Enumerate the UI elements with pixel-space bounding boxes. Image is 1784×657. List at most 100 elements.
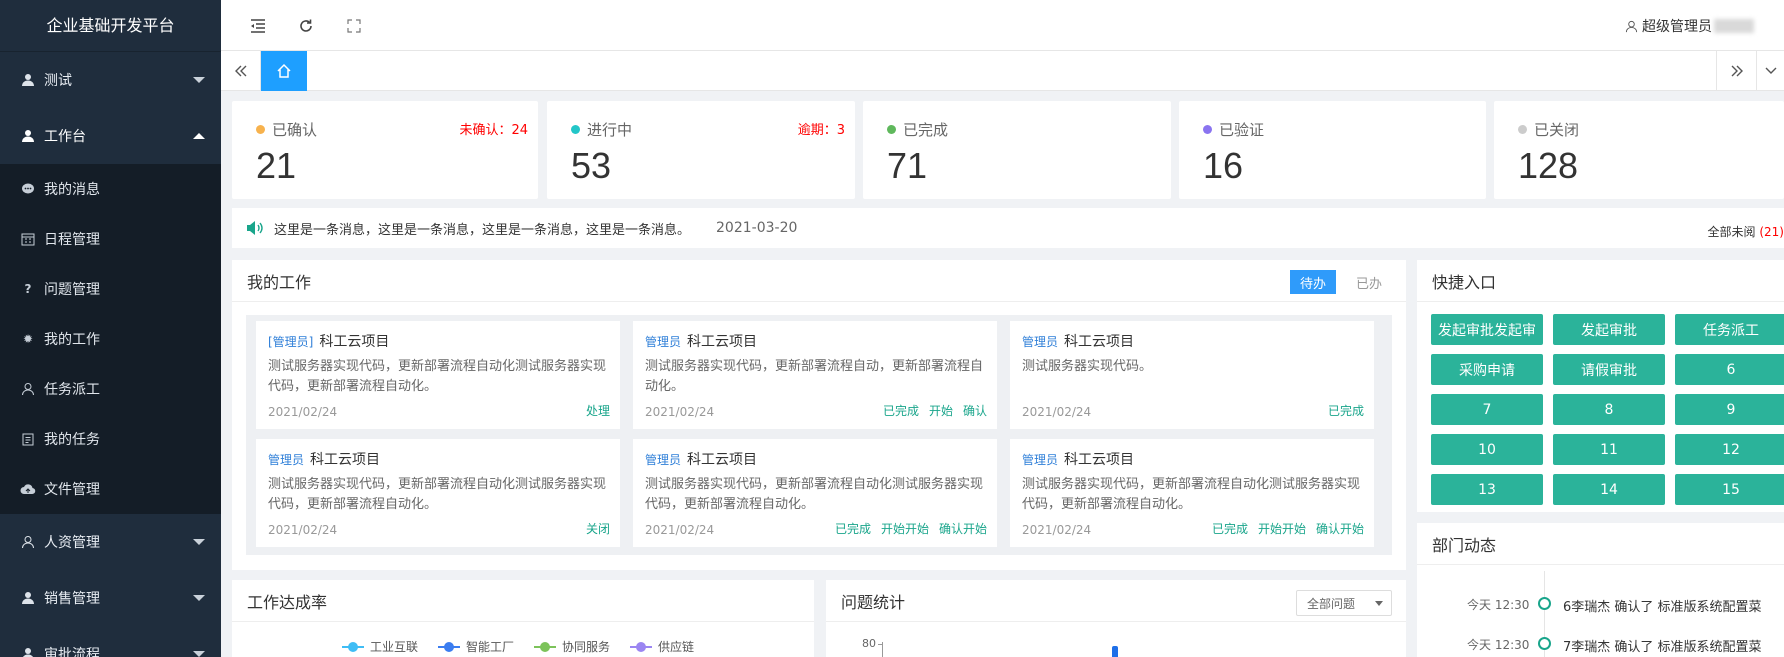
role-tag: [管理员] — [268, 335, 314, 349]
sidebar-item-schedule[interactable]: 日程管理 — [0, 214, 221, 264]
legend-item[interactable]: 智能工厂 — [438, 638, 514, 655]
work-card[interactable]: 管理员 科工云项目 测试服务器实现代码，更新部署流程自动，更新部署流程自动化。 2… — [633, 321, 997, 429]
person-icon — [20, 534, 36, 550]
notice-text[interactable]: 这里是一条消息，这里是一条消息，这里是一条消息，这里是一条消息。 — [274, 219, 690, 238]
sidebar-item-my-work[interactable]: ✹ 我的工作 — [0, 314, 221, 364]
quick-button[interactable]: 请假审批 — [1553, 354, 1665, 385]
tab-pending[interactable]: 待办 — [1290, 270, 1336, 294]
quick-button[interactable]: 10 — [1431, 434, 1543, 465]
action-start[interactable]: 开始 — [929, 402, 953, 419]
menu-test[interactable]: 测试 — [0, 52, 221, 108]
action-close[interactable]: 关闭 — [586, 520, 610, 537]
quick-button[interactable]: 采购申请 — [1431, 354, 1543, 385]
quick-button[interactable]: 7 — [1431, 394, 1543, 425]
legend-swatch — [438, 641, 461, 652]
chevron-up-icon — [193, 133, 205, 139]
action-start[interactable]: 开始开始 — [881, 520, 929, 537]
sidebar-item-label: 我的任务 — [44, 432, 100, 448]
chevron-down-icon — [193, 651, 205, 657]
work-card[interactable]: 管理员 科工云项目 测试服务器实现代码，更新部署流程自动化测试服务器实现代码，更新… — [1010, 439, 1374, 547]
action-completed[interactable]: 已完成 — [1212, 520, 1248, 537]
work-card[interactable]: 管理员 科工云项目 测试服务器实现代码。 2021/02/24 已完成 — [1010, 321, 1374, 429]
tab-done[interactable]: 已办 — [1346, 270, 1392, 294]
menu-label: 审批流程 — [44, 647, 100, 657]
action-confirm-start[interactable]: 确认开始 — [939, 520, 987, 537]
quick-button[interactable]: 13 — [1431, 474, 1543, 505]
user-menu[interactable]: 超级管理员 — [1625, 16, 1754, 36]
tabs-menu-chevron-down-icon[interactable] — [1756, 51, 1784, 91]
calendar-icon — [20, 231, 36, 247]
chart-bar — [1112, 646, 1118, 657]
role-tag: 管理员 — [1022, 453, 1059, 467]
sidebar-item-label: 日程管理 — [44, 232, 100, 248]
legend-label: 供应链 — [658, 640, 695, 654]
sidebar-item-messages[interactable]: 我的消息 — [0, 164, 221, 214]
action-confirm-start[interactable]: 确认开始 — [1316, 520, 1364, 537]
quick-button[interactable]: 8 — [1553, 394, 1665, 425]
work-card[interactable]: 管理员 科工云项目 测试服务器实现代码，更新部署流程自动化测试服务器实现代码，更新… — [256, 439, 620, 547]
issue-filter-select[interactable]: 全部问题 — [1296, 590, 1392, 616]
stat-card-in-progress[interactable]: 进行中 逾期：3 53 — [547, 101, 855, 199]
chevron-down-icon — [193, 539, 205, 545]
unread-count: (21) — [1759, 225, 1784, 239]
sidebar-item-label: 文件管理 — [44, 482, 100, 498]
stat-card-closed[interactable]: 已关闭 128 — [1494, 101, 1784, 199]
menu-hr[interactable]: 人资管理 — [0, 514, 221, 570]
quick-button[interactable]: 发起审批 — [1553, 314, 1665, 345]
app-title: 企业基础开发平台 — [0, 0, 221, 52]
stat-card-completed[interactable]: 已完成 71 — [863, 101, 1171, 199]
action-confirm[interactable]: 确认 — [963, 402, 987, 419]
status-dot — [571, 125, 580, 134]
sidebar-item-dispatch[interactable]: 任务派工 — [0, 364, 221, 414]
role-tag: 管理员 — [645, 453, 682, 467]
quick-button[interactable]: 14 — [1553, 474, 1665, 505]
action-completed[interactable]: 已完成 — [1328, 402, 1364, 419]
quick-button[interactable]: 15 — [1675, 474, 1784, 505]
card-date: 2021/02/24 — [268, 405, 338, 419]
quick-button[interactable]: 12 — [1675, 434, 1784, 465]
quick-button[interactable]: 6 — [1675, 354, 1784, 385]
stat-card-verified[interactable]: 已验证 16 — [1179, 101, 1486, 199]
sidebar-item-issues[interactable]: ? 问题管理 — [0, 264, 221, 314]
status-dot — [1203, 125, 1212, 134]
stat-card-confirmed[interactable]: 已确认 未确认：24 21 — [232, 101, 538, 199]
action-completed[interactable]: 已完成 — [835, 520, 871, 537]
timeline-dot — [1538, 597, 1551, 610]
tabs-scroll-right-icon[interactable] — [1716, 51, 1756, 91]
home-tab[interactable] — [261, 51, 307, 91]
legend-item[interactable]: 工业互联 — [342, 638, 418, 655]
action-start[interactable]: 开始开始 — [1258, 520, 1306, 537]
menu-approval[interactable]: 审批流程 — [0, 626, 221, 657]
fullscreen-icon[interactable] — [343, 15, 365, 37]
legend-item[interactable]: 协同服务 — [534, 638, 610, 655]
work-card[interactable]: 管理员 科工云项目 测试服务器实现代码，更新部署流程自动化测试服务器实现代码，更新… — [633, 439, 997, 547]
timeline-time: 今天 12:30 — [1467, 638, 1530, 652]
quick-button[interactable]: 11 — [1553, 434, 1665, 465]
card-desc: 测试服务器实现代码，更新部署流程自动，更新部署流程自动化。 — [645, 359, 984, 394]
sidebar-item-files[interactable]: 文件管理 — [0, 464, 221, 514]
work-card[interactable]: [管理员] 科工云项目 测试服务器实现代码，更新部署流程自动化测试服务器实现代码，… — [256, 321, 620, 429]
unread-link[interactable]: 全部未阅 (21) — [1708, 223, 1784, 240]
legend-swatch — [630, 641, 653, 652]
timeline-text: 7李瑞杰 确认了 标准版系统配置菜 — [1563, 640, 1762, 655]
stat-label: 已验证 — [1219, 121, 1265, 139]
issue-stats-panel: 问题统计 全部问题 80 — [826, 580, 1406, 657]
legend-item[interactable]: 供应链 — [630, 638, 694, 655]
menu-sales[interactable]: 销售管理 — [0, 570, 221, 626]
stat-label-wrap: 已完成 — [887, 119, 948, 140]
menu-workbench[interactable]: 工作台 — [0, 108, 221, 164]
action-handle[interactable]: 处理 — [586, 402, 610, 419]
home-icon — [277, 63, 291, 78]
user-icon — [20, 590, 36, 606]
status-dot — [887, 125, 896, 134]
sidebar-item-my-tasks[interactable]: 我的任务 — [0, 414, 221, 464]
quick-button[interactable]: 任务派工 — [1675, 314, 1784, 345]
action-completed[interactable]: 已完成 — [883, 402, 919, 419]
stat-label: 已完成 — [903, 121, 949, 139]
tabs-scroll-left-icon[interactable] — [221, 51, 261, 91]
quick-button[interactable]: 发起审批发起审 — [1431, 314, 1543, 345]
refresh-icon[interactable] — [295, 15, 317, 37]
menu-collapse-icon[interactable] — [247, 15, 269, 37]
card-title: 科工云项目 — [687, 334, 758, 350]
quick-button[interactable]: 9 — [1675, 394, 1784, 425]
